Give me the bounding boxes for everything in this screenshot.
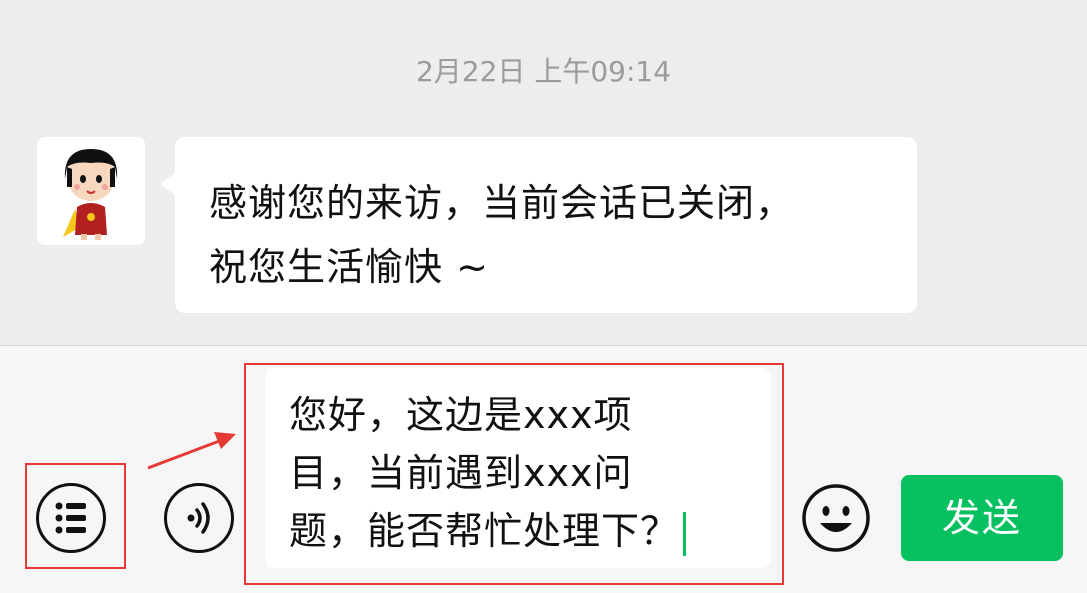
bubble-tail xyxy=(160,172,176,196)
avatar[interactable] xyxy=(37,137,145,245)
message-line-2: 祝您生活愉快 ~ xyxy=(209,245,489,289)
message-bubble[interactable]: 感谢您的来访，当前会话已关闭， 祝您生活愉快 ~ xyxy=(175,137,917,313)
emoji-icon xyxy=(802,484,870,552)
voice-icon xyxy=(187,502,210,534)
send-button[interactable]: 发送 xyxy=(901,475,1063,561)
annotation-box-menu xyxy=(25,463,126,569)
voice-button[interactable] xyxy=(164,483,234,553)
message-line-1: 感谢您的来访，当前会话已关闭， xyxy=(209,181,795,225)
message-timestamp: 2月22日 上午09:14 xyxy=(415,55,672,88)
annotation-box-input xyxy=(244,363,784,585)
chat-area: 2月22日 上午09:14 感谢您的来访，当前会话已关闭， 祝您生活愉快 ~ xyxy=(0,0,1087,345)
emoji-button[interactable] xyxy=(801,483,871,553)
avatar-illustration xyxy=(37,137,145,245)
